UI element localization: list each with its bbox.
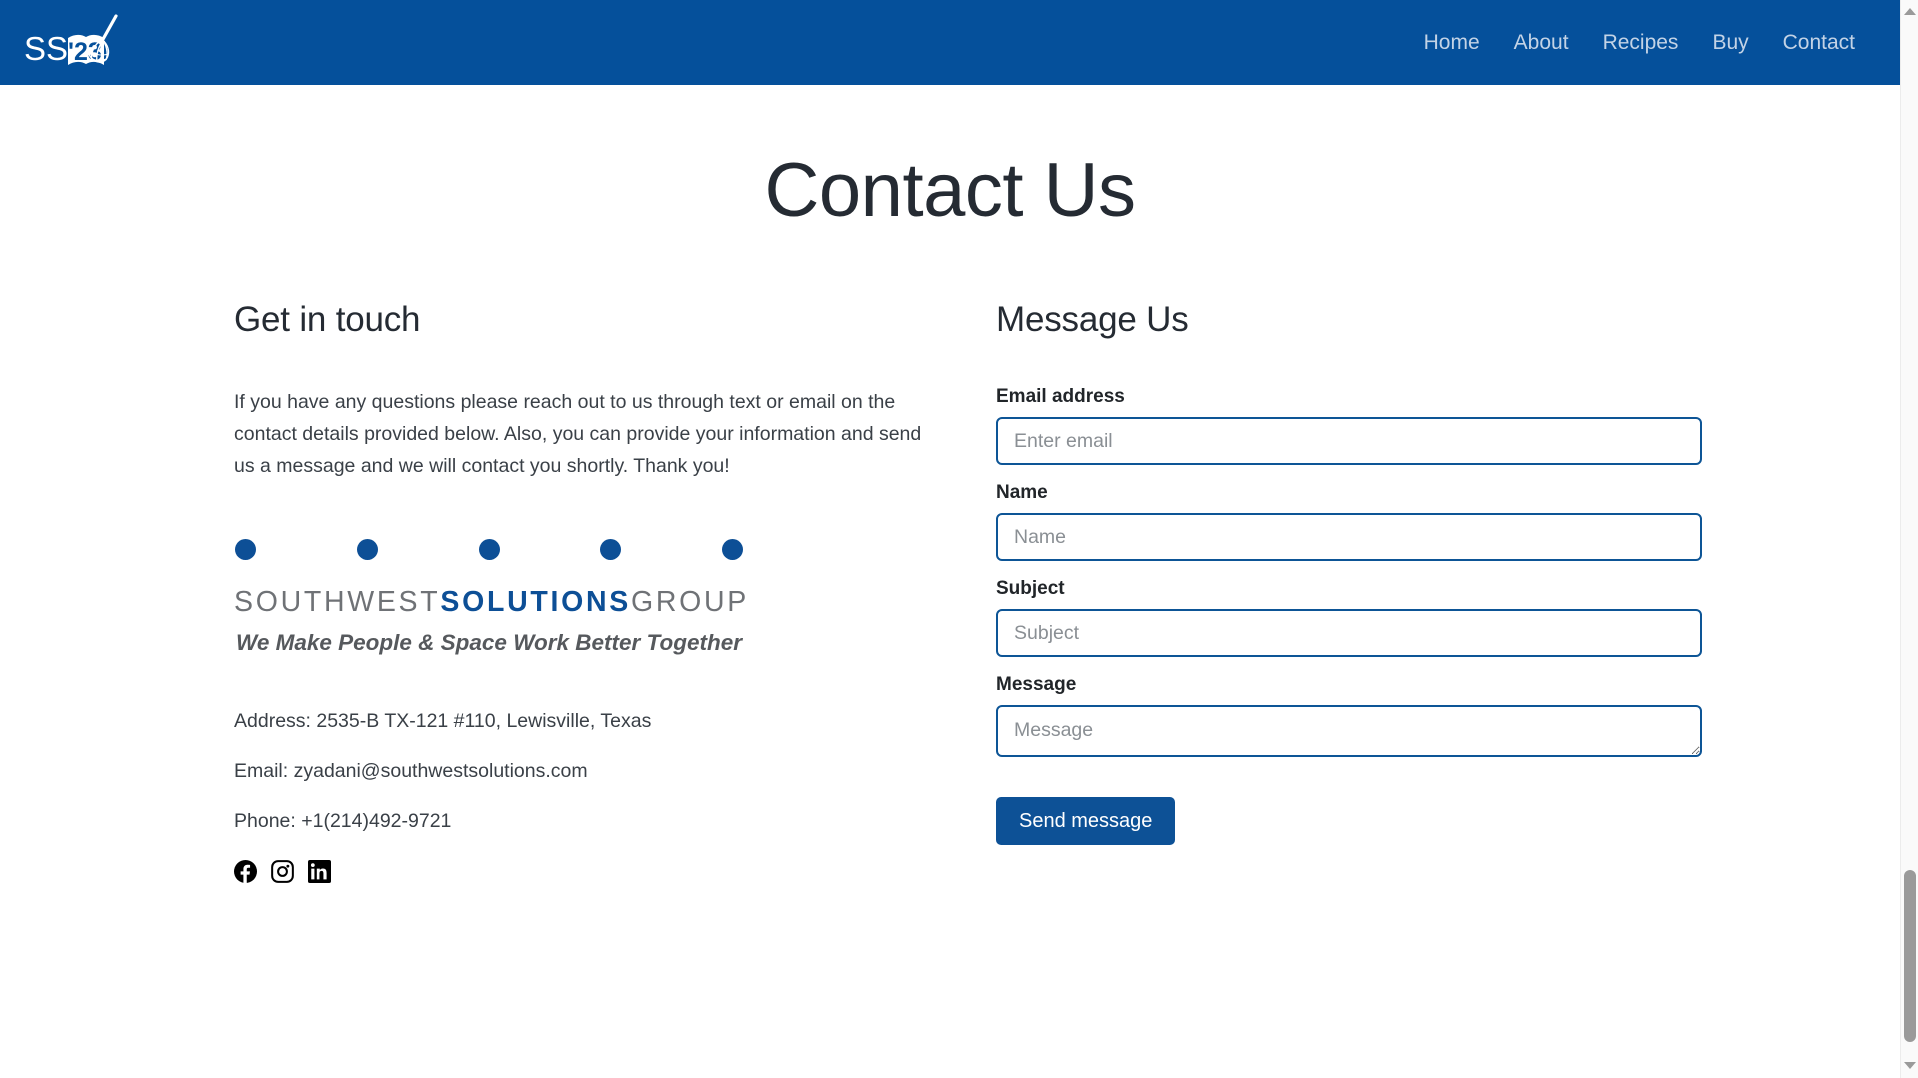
logo-dots-row bbox=[234, 539, 744, 561]
content-columns: Get in touch If you have any questions p… bbox=[0, 300, 1900, 884]
logo-tagline: We Make People & Space Work Better Toget… bbox=[236, 630, 742, 656]
message-us-column: Message Us Email address Name Subject Me… bbox=[996, 300, 1726, 883]
name-field-group: Name bbox=[996, 482, 1702, 561]
scroll-down-arrow-icon[interactable] bbox=[1901, 1056, 1918, 1074]
contact-details-list: Address: 2535-B TX-121 #110, Lewisville,… bbox=[234, 710, 964, 833]
logo-wordmark: SOUTHWESTSOLUTIONSGROUP bbox=[234, 586, 746, 619]
nav-item: Recipes bbox=[1586, 23, 1696, 63]
nav-item: Buy bbox=[1695, 23, 1765, 63]
contact-detail-address: Address: 2535-B TX-121 #110, Lewisville,… bbox=[234, 710, 652, 733]
page-title: Contact Us bbox=[764, 148, 1136, 233]
get-in-touch-heading: Get in touch bbox=[234, 300, 421, 339]
name-input[interactable] bbox=[996, 513, 1702, 561]
message-field-group: Message bbox=[996, 674, 1702, 757]
email-field-group: Email address bbox=[996, 386, 1702, 465]
page-content: Contact Us Get in touch If you have any … bbox=[0, 147, 1900, 884]
email-field-label: Email address bbox=[996, 386, 1125, 407]
logo-dot bbox=[235, 539, 256, 561]
top-navigation-bar: SSG '23 Home About Recipes Buy Contact bbox=[0, 0, 1900, 85]
email-input[interactable] bbox=[996, 417, 1702, 465]
vertical-scrollbar[interactable] bbox=[1900, 0, 1918, 1078]
subject-input[interactable] bbox=[996, 609, 1702, 657]
nav-link-home[interactable]: Home bbox=[1407, 23, 1497, 63]
logo-dot bbox=[478, 539, 500, 561]
logo-word-group: GROUP bbox=[630, 586, 749, 619]
logo-word-solutions: SOLUTIONS bbox=[440, 586, 631, 619]
contact-detail-phone: Phone: +1(214)492-9721 bbox=[234, 810, 452, 833]
social-links bbox=[234, 860, 964, 884]
logo-dot bbox=[356, 539, 378, 561]
scrollbar-thumb[interactable] bbox=[1904, 870, 1916, 1042]
subject-field-group: Subject bbox=[996, 578, 1702, 657]
nav-link-recipes[interactable]: Recipes bbox=[1586, 23, 1696, 63]
send-message-button[interactable]: Send message bbox=[996, 797, 1176, 845]
message-us-heading: Message Us bbox=[996, 300, 1189, 339]
scroll-up-arrow-icon[interactable] bbox=[1901, 2, 1918, 20]
nav-link-about[interactable]: About bbox=[1497, 23, 1586, 63]
logo-dot bbox=[722, 539, 743, 561]
facebook-icon[interactable] bbox=[234, 860, 257, 884]
nav-item: Contact bbox=[1766, 23, 1872, 63]
contact-form: Email address Name Subject Message Send … bbox=[996, 386, 1702, 845]
contact-detail-email: Email: zyadani@southwestsolutions.com bbox=[234, 760, 588, 783]
nav-item: Home bbox=[1407, 23, 1497, 63]
southwest-solutions-group-logo: SOUTHWESTSOLUTIONSGROUP We Make People &… bbox=[234, 539, 746, 656]
subject-field-label: Subject bbox=[996, 578, 1065, 599]
message-textarea[interactable] bbox=[996, 705, 1702, 757]
ssg-23-logo: SSG '23 bbox=[24, 10, 129, 76]
name-field-label: Name bbox=[996, 482, 1048, 503]
logo-dot bbox=[600, 539, 622, 561]
nav-link-contact[interactable]: Contact bbox=[1766, 23, 1872, 63]
get-in-touch-column: Get in touch If you have any questions p… bbox=[234, 300, 964, 884]
nav-links-list: Home About Recipes Buy Contact bbox=[1407, 23, 1872, 63]
logo-word-southwest: SOUTHWEST bbox=[234, 586, 441, 619]
nav-item: About bbox=[1497, 23, 1586, 63]
nav-link-buy[interactable]: Buy bbox=[1695, 23, 1765, 63]
get-in-touch-intro: If you have any questions please reach o… bbox=[234, 391, 922, 477]
message-field-label: Message bbox=[996, 674, 1077, 695]
instagram-icon[interactable] bbox=[271, 860, 294, 884]
brand-logo-link[interactable]: SSG '23 bbox=[24, 10, 129, 76]
linkedin-icon[interactable] bbox=[308, 860, 331, 884]
